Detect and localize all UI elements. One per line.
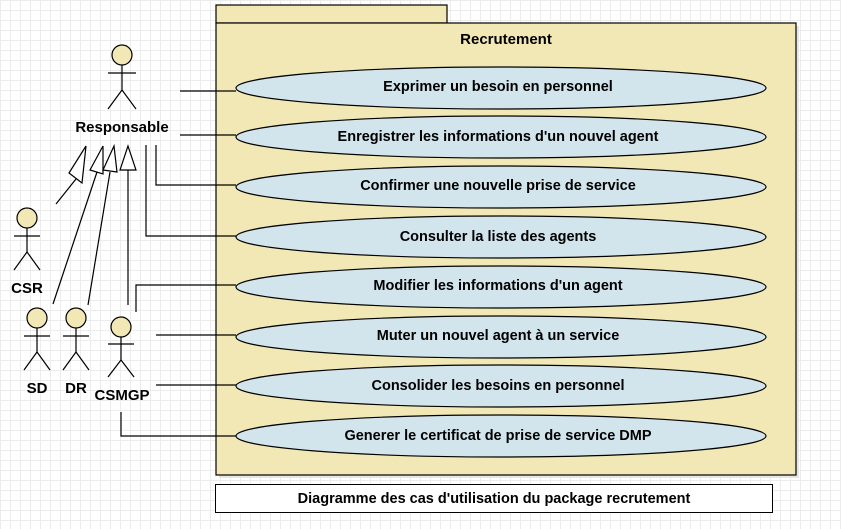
actor-dr <box>62 307 90 371</box>
gen-arrow-csmgp <box>119 144 137 171</box>
actor-responsable <box>107 44 137 110</box>
use-case-3: Confirmer une nouvelle prise de service <box>235 165 767 209</box>
actor-csmgp-leg-right <box>120 359 135 378</box>
actor-sd-head <box>26 307 48 329</box>
actor-responsable-label: Responsable <box>75 119 168 136</box>
actor-responsable-head <box>111 44 133 66</box>
actor-sd-leg-left <box>23 351 38 371</box>
actor-csr-label: CSR <box>11 280 43 297</box>
use-case-8: Generer le certificat de prise de servic… <box>235 414 767 458</box>
gen-arrow-dr <box>102 143 118 173</box>
actor-csr <box>13 207 41 271</box>
gen-line-csr <box>55 178 77 205</box>
use-case-6-label: Muter un nouvel agent à un service <box>377 328 620 344</box>
actor-csr-head <box>16 207 38 229</box>
actor-responsable-leg-left <box>107 89 123 110</box>
generalizations <box>52 143 137 306</box>
gen-arrow-sd <box>89 145 104 175</box>
use-case-4-label: Consulter la liste des agents <box>400 229 597 245</box>
use-case-1: Exprimer un besoin en personnel <box>235 66 767 110</box>
gen-arrow-csr <box>68 145 87 185</box>
actor-csmgp <box>107 316 135 378</box>
actor-dr-head <box>65 307 87 329</box>
use-case-6: Muter un nouvel agent à un service <box>235 315 767 359</box>
actor-sd <box>23 307 51 371</box>
use-case-1-label: Exprimer un besoin en personnel <box>383 79 613 95</box>
use-case-3-label: Confirmer une nouvelle prise de service <box>360 178 636 194</box>
actor-dr-leg-right <box>75 351 90 371</box>
actor-csr-leg-left <box>13 251 28 271</box>
use-case-diagram: Recrutement Exprimer un besoin en person… <box>11 4 799 478</box>
package-tab <box>215 4 448 24</box>
actor-sd-label: SD <box>27 380 48 397</box>
use-case-4: Consulter la liste des agents <box>235 215 767 259</box>
actor-responsable-leg-right <box>121 89 137 110</box>
package-title: Recrutement <box>460 31 552 48</box>
use-case-2-label: Enregistrer les informations d'un nouvel… <box>338 129 659 145</box>
actor-csmgp-label: CSMGP <box>94 387 149 404</box>
use-case-8-label: Generer le certificat de prise de servic… <box>344 428 651 444</box>
use-case-7-label: Consolider les besoins en personnel <box>371 378 624 394</box>
actor-csmgp-head <box>110 316 132 338</box>
actor-dr-leg-left <box>62 351 77 371</box>
actor-csmgp-leg-left <box>107 359 122 378</box>
actor-sd-leg-right <box>36 351 51 371</box>
gen-line-sd <box>52 171 98 305</box>
use-case-5-label: Modifier les informations d'un agent <box>373 278 622 294</box>
use-case-2: Enregistrer les informations d'un nouvel… <box>235 115 767 159</box>
use-case-7: Consolider les besoins en personnel <box>235 364 767 408</box>
diagram-caption-text: Diagramme des cas d'utilisation du packa… <box>297 490 691 507</box>
actor-dr-label: DR <box>65 380 87 397</box>
actor-csr-leg-right <box>26 251 41 271</box>
diagram-caption: Diagramme des cas d'utilisation du packa… <box>215 484 773 513</box>
gen-line-dr <box>87 171 111 306</box>
use-case-5: Modifier les informations d'un agent <box>235 265 767 309</box>
